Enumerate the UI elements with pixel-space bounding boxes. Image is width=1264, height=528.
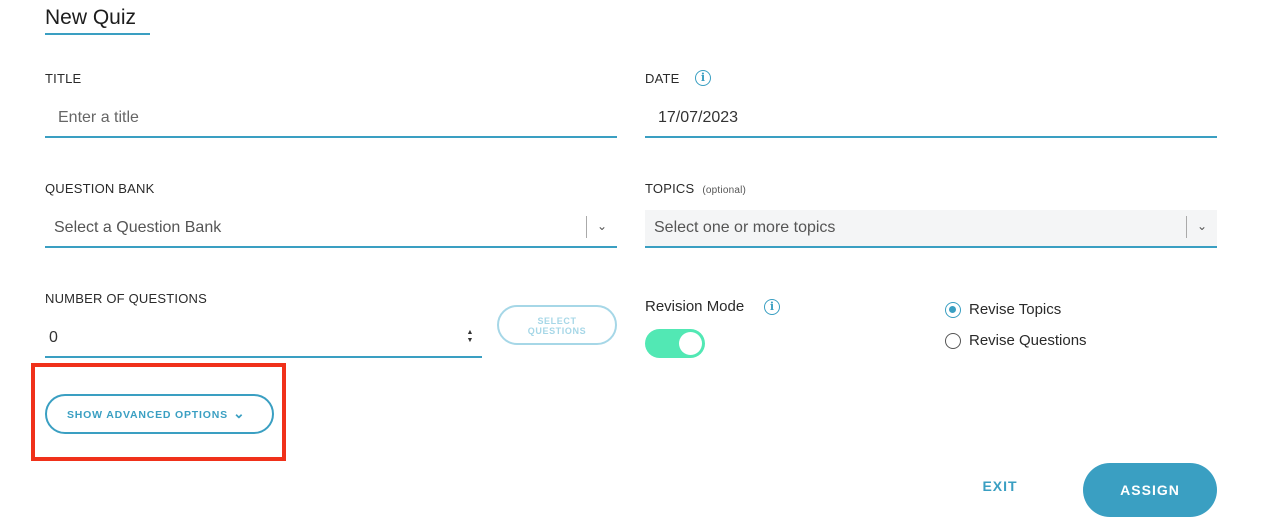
question-bank-label: QUESTION BANK <box>45 181 155 196</box>
revise-topics-label[interactable]: Revise Topics <box>969 301 1061 318</box>
info-icon[interactable]: i <box>764 299 780 315</box>
revise-questions-label[interactable]: Revise Questions <box>969 332 1087 349</box>
radio-revise-topics[interactable] <box>945 302 961 318</box>
topics-placeholder: Select one or more topics <box>654 219 836 236</box>
chevron-down-icon[interactable]: ⌄ <box>597 219 607 233</box>
select-questions-line2: QUESTIONS <box>527 326 587 336</box>
show-advanced-options-button[interactable]: SHOW ADVANCED OPTIONS ⌄ <box>45 394 274 434</box>
title-label: TITLE <box>45 71 82 86</box>
select-questions-button[interactable]: SELECT QUESTIONS <box>497 305 617 345</box>
num-questions-value[interactable]: 0 <box>49 329 58 347</box>
chevron-down-icon[interactable]: ⌄ <box>1197 219 1207 233</box>
revision-mode-label: Revision Mode <box>645 298 745 315</box>
num-questions-label: NUMBER OF QUESTIONS <box>45 291 207 306</box>
chevron-down-icon: ⌄ <box>233 405 246 421</box>
page-title: New Quiz <box>45 6 150 35</box>
optional-hint: (optional) <box>702 185 747 196</box>
select-questions-line1: SELECT <box>537 316 577 326</box>
title-input[interactable] <box>45 100 630 136</box>
date-label: DATE <box>645 71 680 86</box>
stepper-arrows-icon[interactable]: ▲ ▼ <box>465 329 475 347</box>
topics-label-text: TOPICS <box>645 181 695 196</box>
toggle-knob <box>679 332 702 355</box>
radio-revise-questions[interactable] <box>945 333 961 349</box>
revision-mode-toggle[interactable] <box>645 329 705 358</box>
question-bank-placeholder: Select a Question Bank <box>54 219 222 236</box>
num-questions-field: 0 ▲ ▼ <box>45 320 482 358</box>
topics-select[interactable]: Select one or more topics ⌄ <box>645 210 1217 248</box>
question-bank-select[interactable]: Select a Question Bank ⌄ <box>45 210 617 248</box>
date-input[interactable] <box>645 100 1230 136</box>
advanced-options-label: SHOW ADVANCED OPTIONS <box>67 409 228 421</box>
select-separator <box>1186 216 1187 238</box>
info-icon[interactable]: i <box>695 70 711 86</box>
select-separator <box>586 216 587 238</box>
assign-button[interactable]: ASSIGN <box>1083 463 1217 517</box>
exit-button[interactable]: EXIT <box>970 478 1030 502</box>
topics-label: TOPICS (optional) <box>645 181 746 196</box>
date-field <box>645 100 1230 138</box>
radio-selected-dot <box>949 306 956 313</box>
title-field <box>45 100 630 138</box>
